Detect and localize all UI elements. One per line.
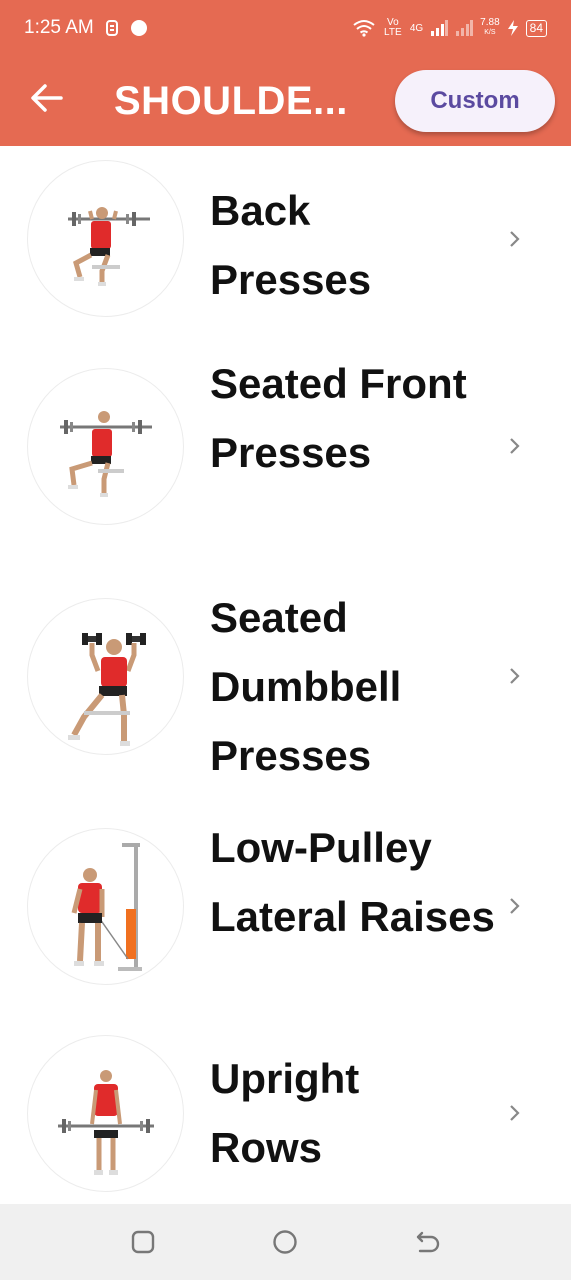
list-item[interactable]: Low-Pulley Lateral Raises bbox=[0, 801, 571, 1031]
battery-indicator: 84 bbox=[525, 19, 547, 37]
arrow-left-icon bbox=[29, 83, 63, 118]
page-title: SHOULDE... bbox=[114, 79, 348, 123]
app-bar: SHOULDE... Custom bbox=[0, 56, 571, 146]
back-button[interactable] bbox=[24, 78, 68, 122]
status-bar: 1:25 AM Vo LTE 4G 7.88 K/S 84 bbox=[0, 0, 571, 56]
chevron-right-icon bbox=[504, 436, 524, 456]
network-type: 4G bbox=[409, 22, 424, 34]
net-speed: 7.88 K/S bbox=[480, 18, 499, 38]
charging-icon bbox=[507, 19, 519, 37]
exercise-name: Back Presses bbox=[210, 187, 372, 303]
chevron-right-icon bbox=[504, 229, 524, 249]
exercise-name: Low-Pulley Lateral Raises bbox=[210, 824, 495, 940]
exercise-name: Upright Rows bbox=[210, 1055, 360, 1171]
list-item[interactable]: Upright Rows bbox=[0, 1031, 571, 1204]
volte-indicator: Vo LTE bbox=[384, 17, 402, 38]
return-icon bbox=[413, 1231, 441, 1260]
app-notification-icon bbox=[104, 19, 120, 37]
system-nav-bar bbox=[0, 1204, 571, 1280]
seated-front-press-figure bbox=[60, 411, 152, 497]
exercise-thumbnail bbox=[27, 160, 184, 317]
dot-notification-icon bbox=[130, 19, 148, 37]
exercise-list: Back Presses Seated Front Presses Seated… bbox=[0, 146, 571, 1204]
upright-row-figure bbox=[58, 1070, 154, 1175]
wifi-icon bbox=[352, 19, 376, 37]
list-item[interactable]: Seated Dumbbell Presses bbox=[0, 571, 571, 801]
signal-2-icon bbox=[455, 19, 474, 37]
exercise-thumbnail bbox=[27, 598, 184, 755]
recent-apps-button[interactable] bbox=[129, 1228, 157, 1256]
exercise-name: Seated Dumbbell Presses bbox=[210, 594, 402, 779]
custom-button[interactable]: Custom bbox=[395, 70, 555, 132]
chevron-right-icon bbox=[504, 896, 524, 916]
chevron-right-icon bbox=[504, 666, 524, 686]
seated-barbell-figure bbox=[68, 207, 150, 286]
exercise-name: Seated Front Presses bbox=[210, 360, 467, 476]
net-speed-unit: K/S bbox=[484, 29, 496, 36]
signal-icon bbox=[430, 19, 449, 37]
exercise-thumbnail bbox=[27, 828, 184, 985]
list-item[interactable]: Back Presses bbox=[0, 146, 571, 334]
cable-lateral-raise-figure bbox=[71, 843, 142, 971]
seated-dumbbell-figure bbox=[68, 633, 146, 746]
exercise-thumbnail bbox=[27, 1035, 184, 1192]
square-icon bbox=[129, 1230, 157, 1260]
system-back-button[interactable] bbox=[413, 1228, 441, 1256]
net-speed-value: 7.88 bbox=[480, 17, 500, 28]
status-time: 1:25 AM bbox=[24, 17, 94, 38]
chevron-right-icon bbox=[504, 1103, 524, 1123]
circle-icon bbox=[271, 1230, 299, 1260]
home-button[interactable] bbox=[271, 1228, 299, 1256]
exercise-thumbnail bbox=[27, 368, 184, 525]
list-item[interactable]: Seated Front Presses bbox=[0, 334, 571, 571]
